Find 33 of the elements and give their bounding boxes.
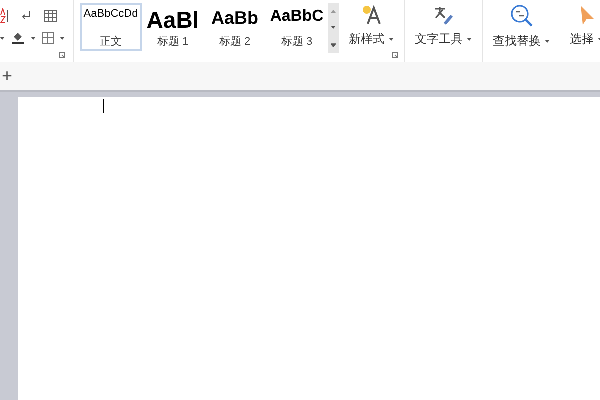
ribbon-button[interactable]: 查找替换 [489, 4, 554, 50]
add-button[interactable]: + [2, 67, 13, 85]
more-icon[interactable] [331, 42, 336, 46]
magnifier-icon [510, 4, 534, 28]
style-gallery-item[interactable]: AaBb 标题 2 [204, 3, 266, 51]
style-preview: AaBb [211, 9, 258, 27]
style-label: 正文 [100, 37, 122, 48]
text-cursor [103, 99, 104, 113]
style-preview: AaBbCcDd [84, 9, 138, 20]
caret-icon [60, 36, 65, 40]
style-gallery-item[interactable]: AaBl 标题 1 [142, 3, 204, 51]
style-gallery-item[interactable]: AaBbC 标题 3 [266, 3, 328, 51]
style-preview: AaBl [146, 9, 200, 32]
fill-bucket-icon[interactable] [11, 31, 25, 45]
caret-icon [0, 36, 5, 40]
caret-icon [331, 26, 336, 28]
launcher-icon[interactable] [59, 52, 65, 58]
ribbon-button[interactable]: 新样式 [345, 4, 398, 48]
ribbon-button[interactable]: 选择 [566, 4, 600, 48]
style-preview: AaBbC [270, 9, 324, 25]
style-label: 标题 2 [219, 37, 251, 48]
border-grid-icon[interactable] [42, 32, 54, 44]
sort-icon[interactable] [0, 8, 10, 24]
launcher-icon[interactable] [392, 52, 398, 58]
caret-icon [545, 40, 550, 42]
caret-icon [31, 36, 36, 40]
style-label: 标题 1 [157, 37, 189, 48]
style-label: 标题 3 [281, 37, 313, 48]
style-gallery-item[interactable]: AaBbCcDd 正文 [80, 3, 142, 51]
caret-icon [467, 38, 472, 40]
ribbon-button[interactable]: 文字工具 [411, 4, 476, 48]
caret-icon [389, 38, 394, 40]
table-icon[interactable] [44, 10, 57, 22]
